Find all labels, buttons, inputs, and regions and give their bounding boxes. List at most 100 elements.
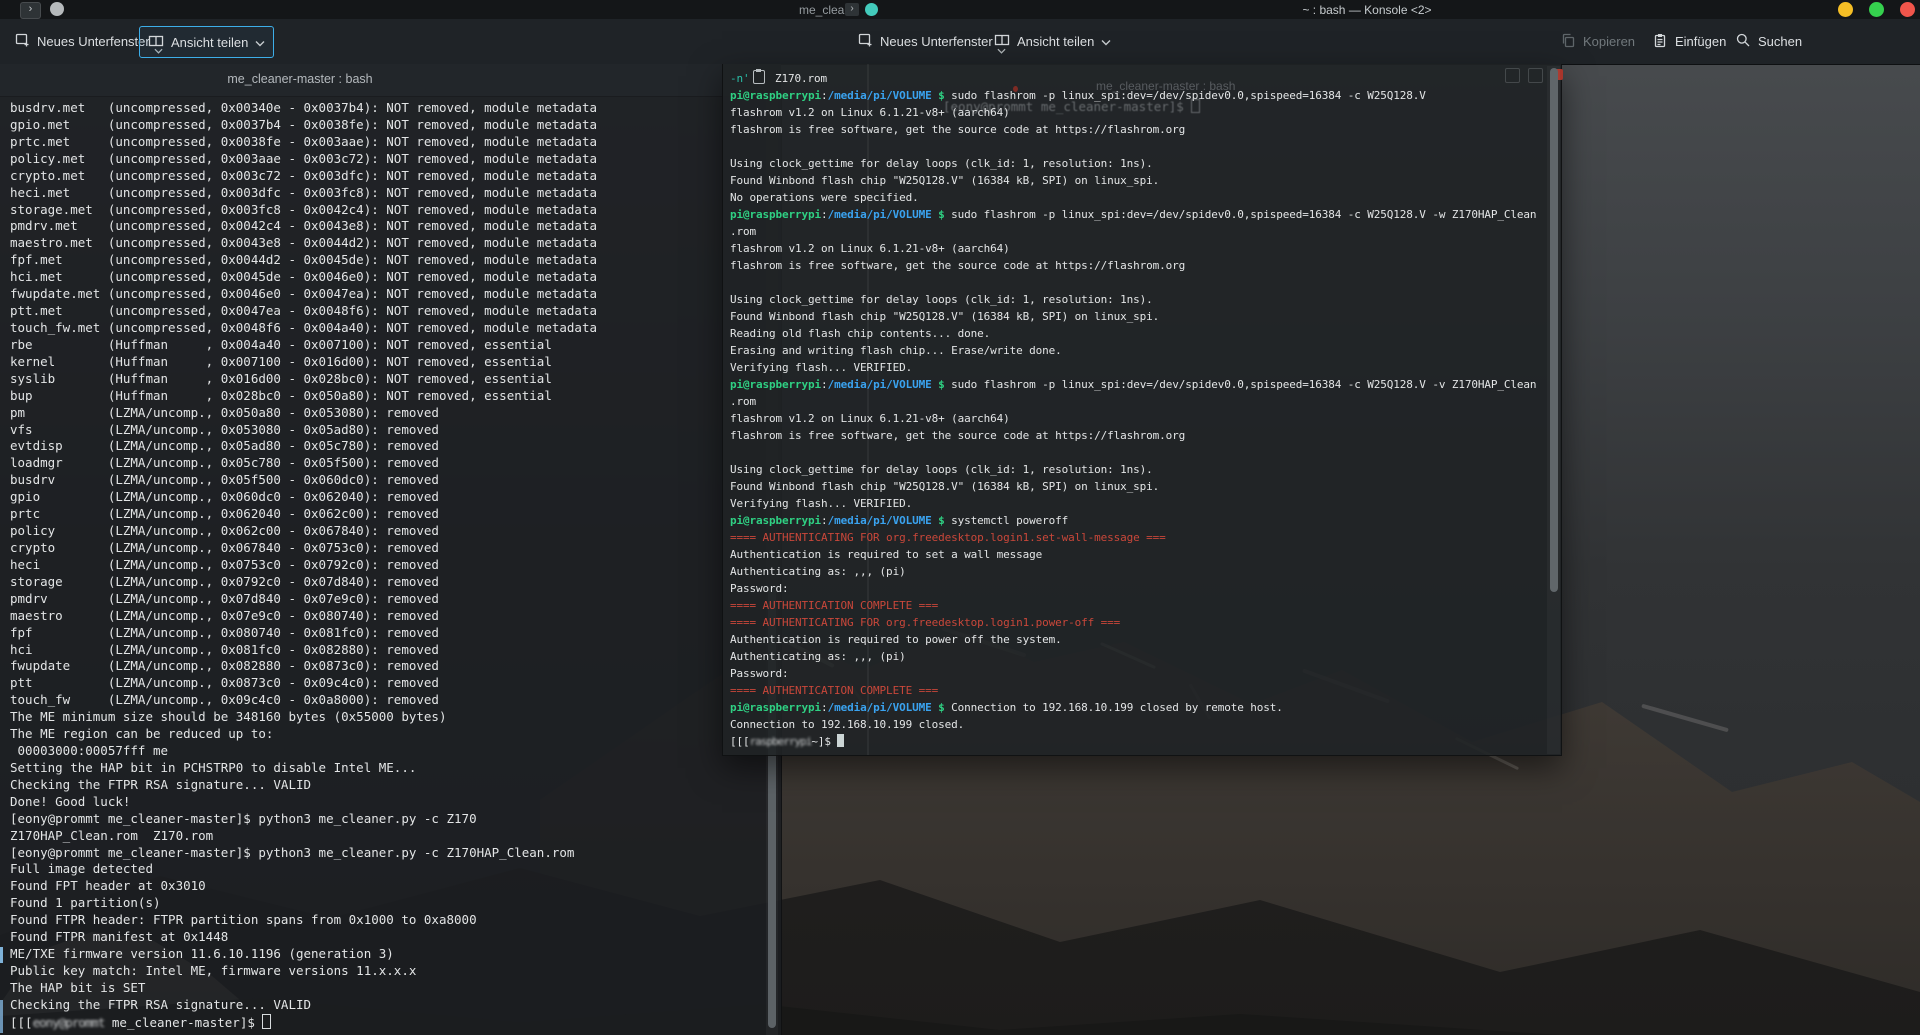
left-terminal-window[interactable]: busdrv.met (uncompressed, 0x00340e - 0x0…: [0, 96, 782, 1035]
terminal-line: Found Winbond flash chip "W25Q128.V" (16…: [730, 172, 1536, 189]
paste-label: Einfügen: [1675, 34, 1726, 49]
terminal-line: kernel (Huffman , 0x007100 - 0x016d00): …: [10, 354, 597, 371]
panel-circle-icon[interactable]: [50, 2, 64, 16]
terminal-line: The ME minimum size should be 348160 byt…: [10, 709, 597, 726]
terminal-line: [730, 444, 1536, 461]
left-window-tabbar[interactable]: me_cleaner-master : bash: [0, 64, 781, 97]
terminal-line: Erasing and writing flash chip... Erase/…: [730, 342, 1536, 359]
terminal-line: touch_fw.met (uncompressed, 0x0048f6 - 0…: [10, 320, 597, 337]
terminal-line: [730, 138, 1536, 155]
terminal-line: storage (LZMA/uncomp., 0x0792c0 - 0x07d8…: [10, 574, 597, 591]
panel-arrow-icon[interactable]: ›: [20, 2, 41, 19]
terminal-line: Setting the HAP bit in PCHSTRP0 to disab…: [10, 760, 597, 777]
terminal-line: storage.met (uncompressed, 0x003fc8 - 0x…: [10, 202, 597, 219]
chevron-down-icon: [1101, 34, 1111, 49]
right-terminal-output: -n' Z170.rompi@raspberrypi:/media/pi/VOL…: [730, 70, 1536, 750]
terminal-cursor: [262, 1014, 271, 1029]
paste-button[interactable]: Einfügen: [1644, 26, 1734, 56]
terminal-line: Found Winbond flash chip "W25Q128.V" (16…: [730, 478, 1536, 495]
terminal-line: Z170HAP_Clean.rom Z170.rom: [10, 828, 597, 845]
split-columns-icon: [148, 33, 164, 52]
tab-status-dot[interactable]: [865, 3, 878, 16]
terminal-line: [eony@prommt me_cleaner-master]$ python3…: [10, 845, 597, 862]
terminal-line: pi@raspberrypi:/media/pi/VOLUME $ system…: [730, 512, 1536, 529]
search-button[interactable]: Suchen: [1727, 26, 1810, 56]
search-label: Suchen: [1758, 34, 1802, 49]
terminal-line: Verifying flash... VERIFIED.: [730, 359, 1536, 376]
terminal-line: evtdisp (LZMA/uncomp., 0x05ad80 - 0x05c7…: [10, 438, 597, 455]
terminal-line: [730, 274, 1536, 291]
left-tab-title[interactable]: me_cleaner-master : bash: [227, 72, 372, 86]
terminal-line: Reading old flash chip contents... done.: [730, 325, 1536, 342]
terminal-line: flashrom is free software, get the sourc…: [730, 121, 1536, 138]
terminal-line: ==== AUTHENTICATING FOR org.freedesktop.…: [730, 614, 1536, 631]
terminal-line: Password:: [730, 580, 1536, 597]
terminal-line: crypto (LZMA/uncomp., 0x067840 - 0x0753c…: [10, 540, 597, 557]
terminal-line: hci (LZMA/uncomp., 0x081fc0 - 0x082880):…: [10, 642, 597, 659]
terminal-line: Full image detected: [10, 861, 597, 878]
terminal-line: Authenticating as: ,,, (pi): [730, 648, 1536, 665]
desktop: › me_clea › ~ : bash — Konsole <2> Neues…: [0, 0, 1920, 1035]
terminal-line: .rom: [730, 223, 1536, 240]
terminal-line: crypto.met (uncompressed, 0x003c72 - 0x0…: [10, 168, 597, 185]
terminal-line: Found FPT header at 0x3010: [10, 878, 597, 895]
terminal-line: Connection to 192.168.10.199 closed.: [730, 716, 1536, 733]
terminal-line: heci (LZMA/uncomp., 0x0753c0 - 0x0792c0)…: [10, 557, 597, 574]
minimize-button[interactable]: [1838, 2, 1853, 17]
split-view-button-left[interactable]: Ansicht teilen: [139, 26, 274, 58]
terminal-line: fpf (LZMA/uncomp., 0x080740 - 0x081fc0):…: [10, 625, 597, 642]
tab-expand-icon[interactable]: ›: [845, 3, 859, 16]
terminal-line: Found 1 partition(s): [10, 895, 597, 912]
terminal-line: Using clock_gettime for delay loops (clk…: [730, 155, 1536, 172]
left-terminal-output: busdrv.met (uncompressed, 0x00340e - 0x0…: [10, 100, 597, 1031]
terminal-line: touch_fw (LZMA/uncomp., 0x09c4c0 - 0x0a8…: [10, 692, 597, 709]
terminal-cursor: [837, 734, 844, 747]
new-tab-label: Neues Unterfenster: [37, 34, 150, 49]
terminal-line: Password:: [730, 665, 1536, 682]
new-tab-label: Neues Unterfenster: [880, 34, 993, 49]
terminal-line: ME/TXE firmware version 11.6.10.1196 (ge…: [10, 946, 597, 963]
terminal-line: prtc (LZMA/uncomp., 0x062040 - 0x062c00)…: [10, 506, 597, 523]
terminal-line: flashrom is free software, get the sourc…: [730, 427, 1536, 444]
terminal-line: syslib (Huffman , 0x016d00 - 0x028bc0): …: [10, 371, 597, 388]
terminal-line: policy.met (uncompressed, 0x003aae - 0x0…: [10, 151, 597, 168]
clipboard-icon: [753, 70, 765, 84]
terminal-line: gpio (LZMA/uncomp., 0x060dc0 - 0x062040)…: [10, 489, 597, 506]
terminal-line: ==== AUTHENTICATING FOR org.freedesktop.…: [730, 529, 1536, 546]
split-view-label: Ansicht teilen: [1017, 34, 1094, 49]
terminal-line: The HAP bit is SET: [10, 980, 597, 997]
split-view-button-right[interactable]: Ansicht teilen: [986, 26, 1119, 56]
split-view-label: Ansicht teilen: [171, 35, 248, 50]
view-detach-icon[interactable]: [1528, 68, 1543, 83]
background-tab-label[interactable]: me_clea: [799, 3, 844, 17]
terminal-line: maestro.met (uncompressed, 0x0043e8 - 0x…: [10, 235, 597, 252]
terminal-line: Authentication is required to power off …: [730, 631, 1536, 648]
terminal-line: pi@raspberrypi:/media/pi/VOLUME $ sudo f…: [730, 376, 1536, 393]
terminal-line: policy (LZMA/uncomp., 0x062c00 - 0x06784…: [10, 523, 597, 540]
right-terminal-window[interactable]: me_cleaner-master : bash [eony@prommt me…: [722, 64, 1562, 756]
terminal-line: ptt.met (uncompressed, 0x0047ea - 0x0048…: [10, 303, 597, 320]
right-scrollbar-thumb[interactable]: [1550, 68, 1558, 592]
terminal-line: .rom: [730, 393, 1536, 410]
pages-icon: [1560, 32, 1576, 51]
terminal-line: flashrom v1.2 on Linux 6.1.21-v8+ (aarch…: [730, 104, 1536, 121]
toolbar: Neues Unterfenster Ansicht teilen Neues …: [0, 19, 1920, 65]
terminal-line: Checking the FTPR RSA signature... VALID: [10, 997, 597, 1014]
copy-label: Kopieren: [1583, 34, 1635, 49]
view-detach-icon[interactable]: [1505, 68, 1520, 83]
terminal-line: gpio.met (uncompressed, 0x0037b4 - 0x003…: [10, 117, 597, 134]
terminal-line: busdrv.met (uncompressed, 0x00340e - 0x0…: [10, 100, 597, 117]
terminal-line: loadmgr (LZMA/uncomp., 0x05c780 - 0x05f5…: [10, 455, 597, 472]
terminal-line: 00003000:00057fff me: [10, 743, 597, 760]
terminal-line: pi@raspberrypi:/media/pi/VOLUME $ sudo f…: [730, 87, 1536, 104]
terminal-line: The ME region can be reduced up to:: [10, 726, 597, 743]
magnifier-icon: [1735, 32, 1751, 51]
terminal-line: fpf.met (uncompressed, 0x0044d2 - 0x0045…: [10, 252, 597, 269]
copy-button[interactable]: Kopieren: [1552, 26, 1643, 56]
terminal-line: Using clock_gettime for delay loops (clk…: [730, 461, 1536, 478]
chevron-down-icon: [255, 35, 265, 50]
terminal-line: Done! Good luck!: [10, 794, 597, 811]
titlebar[interactable]: › me_clea › ~ : bash — Konsole <2>: [0, 0, 1920, 19]
close-button[interactable]: [1900, 2, 1915, 17]
maximize-button[interactable]: [1869, 2, 1884, 17]
